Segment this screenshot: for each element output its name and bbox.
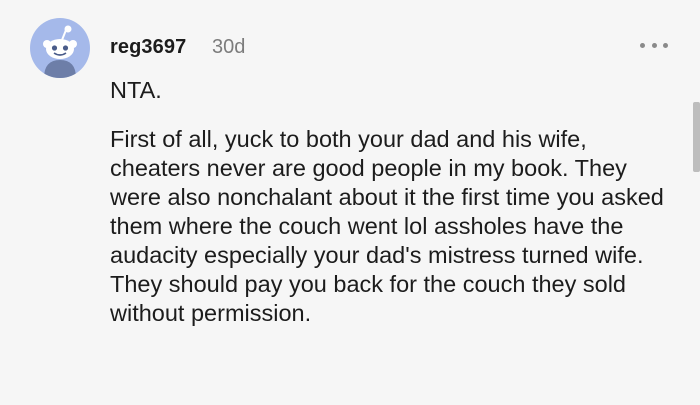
more-dot — [640, 42, 645, 48]
comment-age: 30d — [212, 36, 246, 58]
avatar[interactable] — [30, 18, 90, 78]
reddit-snoo-icon — [43, 25, 77, 78]
more-dot — [663, 42, 668, 48]
comment-body: NTA. First of all, yuck to both your dad… — [110, 76, 675, 328]
more-options-icon[interactable] — [640, 32, 668, 58]
more-dot — [651, 42, 657, 48]
comment-paragraph: NTA. — [110, 77, 162, 103]
comment-paragraph: First of all, yuck to both your dad and … — [110, 126, 664, 326]
scrollbar[interactable] — [693, 102, 700, 172]
username[interactable]: reg3697 — [110, 36, 186, 59]
comment: reg3697 30d NTA. First of all, yuck to b… — [0, 0, 700, 405]
